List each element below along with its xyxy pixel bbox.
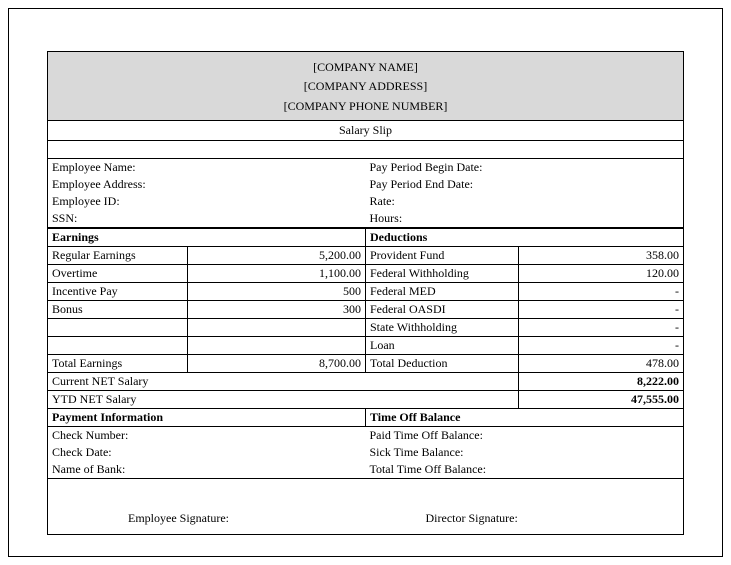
employee-period-info: Employee Name: Pay Period Begin Date: Em… (47, 159, 684, 228)
document-title: Salary Slip (47, 121, 684, 141)
check-number-value (188, 427, 366, 444)
ded-row-value: - (518, 337, 683, 355)
emp-address-value (188, 176, 366, 193)
ytd-net-value: 47,555.00 (518, 391, 683, 409)
spacer (47, 141, 684, 159)
ded-row-value: - (518, 301, 683, 319)
rate-value (518, 193, 683, 210)
earn-row-label: Regular Earnings (48, 247, 188, 265)
hours-value (518, 210, 683, 227)
check-date-label: Check Date: (48, 444, 188, 461)
ssn-label: SSN: (48, 210, 188, 227)
earn-row-label (48, 337, 188, 355)
earn-row-value: 300 (187, 301, 365, 319)
payment-timeoff-info: Check Number: Paid Time Off Balance: Che… (47, 427, 684, 479)
ded-row-value: - (518, 283, 683, 301)
earn-row-value: 5,200.00 (187, 247, 365, 265)
bank-value (188, 461, 366, 478)
period-begin-label: Pay Period Begin Date: (365, 159, 517, 176)
company-address: [COMPANY ADDRESS] (48, 77, 683, 96)
company-phone: [COMPANY PHONE NUMBER] (48, 97, 683, 116)
earn-row-value: 500 (187, 283, 365, 301)
employee-signature-label: Employee Signature: (128, 511, 229, 525)
earn-row-label: Overtime (48, 265, 188, 283)
ded-row-value: 120.00 (518, 265, 683, 283)
emp-id-label: Employee ID: (48, 193, 188, 210)
emp-name-label: Employee Name: (48, 159, 188, 176)
earn-row-value: 1,100.00 (187, 265, 365, 283)
current-net-value: 8,222.00 (518, 373, 683, 391)
sick-time-label: Sick Time Balance: (365, 444, 517, 461)
earnings-deductions-table: Earnings Deductions Regular Earnings 5,2… (47, 228, 684, 427)
company-name: [COMPANY NAME] (48, 58, 683, 77)
ded-row-label: Federal Withholding (365, 265, 518, 283)
total-timeoff-label: Total Time Off Balance: (365, 461, 517, 478)
payment-heading: Payment Information (48, 409, 366, 427)
earnings-heading: Earnings (48, 229, 366, 247)
bank-label: Name of Bank: (48, 461, 188, 478)
total-earnings-label: Total Earnings (48, 355, 188, 373)
company-header: [COMPANY NAME] [COMPANY ADDRESS] [COMPAN… (47, 51, 684, 121)
emp-name-value (188, 159, 366, 176)
total-earnings-value: 8,700.00 (187, 355, 365, 373)
timeoff-heading: Time Off Balance (365, 409, 683, 427)
period-end-label: Pay Period End Date: (365, 176, 517, 193)
total-deduction-value: 478.00 (518, 355, 683, 373)
emp-id-value (188, 193, 366, 210)
earn-row-label: Bonus (48, 301, 188, 319)
ded-row-value: - (518, 319, 683, 337)
document-frame: [COMPANY NAME] [COMPANY ADDRESS] [COMPAN… (8, 8, 723, 557)
ded-row-label: State Withholding (365, 319, 518, 337)
director-signature-label: Director Signature: (426, 511, 518, 525)
salary-slip: [COMPANY NAME] [COMPANY ADDRESS] [COMPAN… (47, 51, 684, 535)
current-net-label: Current NET Salary (48, 373, 519, 391)
total-timeoff-value (518, 461, 683, 478)
check-date-value (188, 444, 366, 461)
ytd-net-label: YTD NET Salary (48, 391, 519, 409)
ded-row-label: Federal OASDI (365, 301, 518, 319)
ded-row-label: Loan (365, 337, 518, 355)
period-end-value (518, 176, 683, 193)
earn-row-value (187, 337, 365, 355)
ded-row-label: Federal MED (365, 283, 518, 301)
period-begin-value (518, 159, 683, 176)
emp-address-label: Employee Address: (48, 176, 188, 193)
earn-row-value (187, 319, 365, 337)
signature-row: Employee Signature: Director Signature: (47, 479, 684, 535)
earn-row-label: Incentive Pay (48, 283, 188, 301)
deductions-heading: Deductions (365, 229, 683, 247)
ded-row-label: Provident Fund (365, 247, 518, 265)
hours-label: Hours: (365, 210, 517, 227)
check-number-label: Check Number: (48, 427, 188, 444)
earn-row-label (48, 319, 188, 337)
total-deduction-label: Total Deduction (365, 355, 518, 373)
paid-timeoff-label: Paid Time Off Balance: (365, 427, 517, 444)
rate-label: Rate: (365, 193, 517, 210)
paid-timeoff-value (518, 427, 683, 444)
sick-time-value (518, 444, 683, 461)
ssn-value (188, 210, 366, 227)
ded-row-value: 358.00 (518, 247, 683, 265)
